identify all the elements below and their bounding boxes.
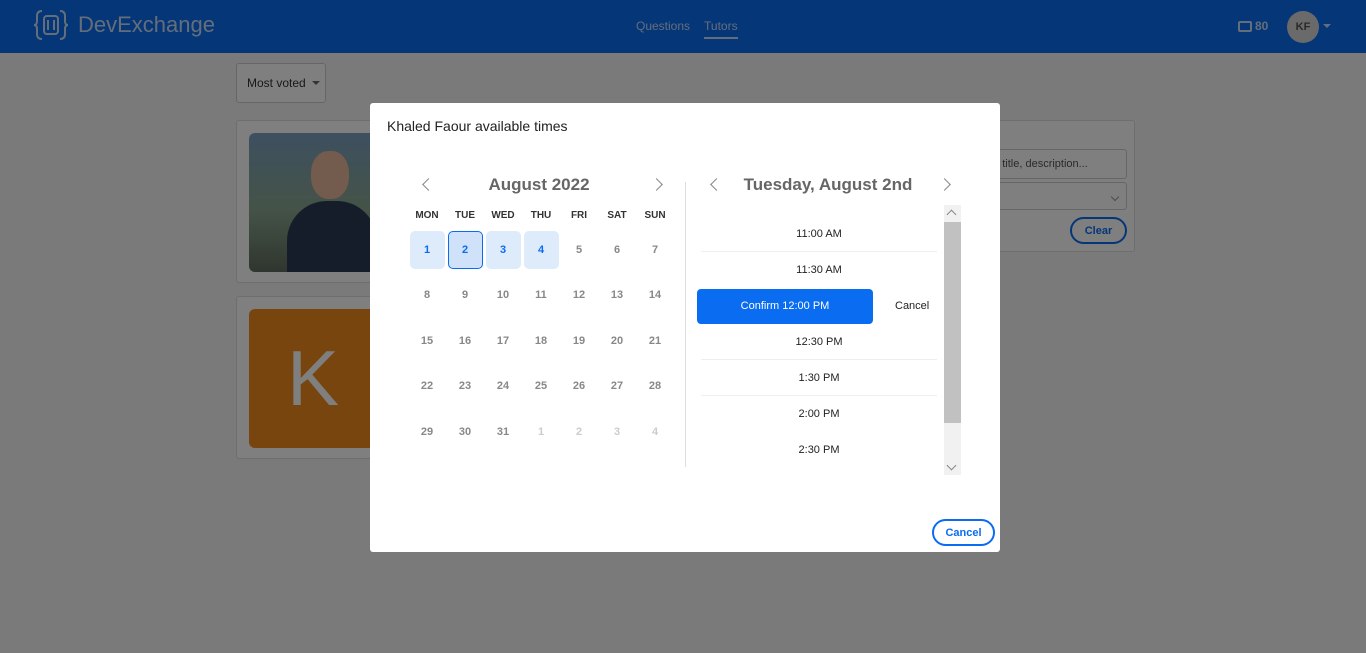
calendar-day-next-month: 1	[537, 425, 545, 438]
weekday-label: SUN	[644, 210, 666, 221]
chevron-down-icon[interactable]	[946, 460, 957, 471]
scrollbar-thumb[interactable]	[944, 222, 961, 423]
confirm-time-button[interactable]: Confirm 12:00 PM	[697, 288, 873, 324]
calendar-day: 6	[613, 243, 621, 256]
calendar-day: 29	[420, 425, 434, 438]
calendar-day-selected[interactable]: 2	[447, 230, 483, 269]
calendar-day: 31	[496, 425, 510, 438]
calendar-day: 23	[458, 380, 472, 393]
chevron-up-icon[interactable]	[946, 209, 957, 220]
calendar-day: 14	[648, 289, 662, 302]
calendar-day: 19	[572, 334, 586, 347]
calendar-day: 11	[535, 289, 547, 302]
modal-title: Khaled Faour available times	[387, 118, 568, 134]
calendar-day: 27	[610, 380, 624, 393]
calendar-day: 5	[575, 243, 583, 256]
time-slot[interactable]: 2:00 PM	[701, 396, 937, 432]
weekday-label: WED	[491, 210, 515, 221]
calendar-grid: 1 2 3 4 5 6 7 8 9 10 11 12 13 14 15 16 1…	[408, 227, 674, 455]
calendar-day: 20	[610, 334, 624, 347]
confirm-row: Confirm 12:00 PM Cancel	[697, 288, 937, 324]
calendar-day: 15	[420, 334, 434, 347]
vertical-divider	[685, 182, 686, 467]
weekday-label: THU	[530, 210, 552, 221]
time-slot-list: 11:00 AM 11:30 AM Confirm 12:00 PM Cance…	[697, 216, 937, 468]
calendar-day-next-month: 3	[613, 425, 621, 438]
calendar-day: 24	[496, 380, 510, 393]
calendar-day: 17	[496, 334, 510, 347]
calendar-day: 25	[534, 380, 548, 393]
selected-day-label: Tuesday, August 2nd	[743, 175, 913, 194]
calendar-week: 29 30 31 1 2 3 4	[408, 409, 674, 455]
modal-cancel-button[interactable]: Cancel	[932, 519, 995, 546]
calendar-day-next-month: 4	[651, 425, 659, 438]
cancel-time-button[interactable]: Cancel	[895, 300, 929, 312]
calendar-day: 18	[534, 334, 548, 347]
calendar-week: 8 9 10 11 12 13 14	[408, 273, 674, 319]
weekday-header: MON TUE WED THU FRI SAT SUN	[408, 210, 674, 221]
calendar-day-next-month: 2	[575, 425, 583, 438]
calendar-week: 1 2 3 4 5 6 7	[408, 227, 674, 273]
availability-modal: Khaled Faour available times August 2022…	[370, 103, 1000, 552]
calendar-day: 22	[420, 380, 434, 393]
calendar-day: 21	[648, 334, 662, 347]
weekday-label: TUE	[455, 210, 475, 221]
time-slot[interactable]: 2:30 PM	[701, 432, 937, 468]
calendar-week: 22 23 24 25 26 27 28	[408, 364, 674, 410]
time-slot[interactable]: 11:30 AM	[701, 252, 937, 288]
time-slot-scrollbar[interactable]	[944, 205, 961, 475]
calendar-day: 30	[458, 425, 472, 438]
calendar-day: 10	[496, 289, 510, 302]
calendar-week: 15 16 17 18 19 20 21	[408, 318, 674, 364]
weekday-label: SAT	[607, 210, 627, 221]
calendar-day: 26	[572, 380, 586, 393]
calendar-day: 12	[572, 289, 586, 302]
calendar-day: 13	[610, 289, 624, 302]
calendar-day[interactable]: 3	[485, 230, 521, 269]
calendar-day: 16	[458, 334, 472, 347]
time-slot[interactable]: 12:30 PM	[701, 324, 937, 360]
time-slot[interactable]: 1:30 PM	[701, 360, 937, 396]
calendar-day[interactable]: 1	[409, 230, 445, 269]
calendar-day: 8	[423, 289, 431, 302]
calendar-day: 9	[461, 289, 469, 302]
calendar-day[interactable]: 4	[523, 230, 559, 269]
weekday-label: MON	[415, 210, 439, 221]
calendar-day: 7	[651, 243, 659, 256]
calendar-header: August 2022	[412, 175, 666, 197]
day-header: Tuesday, August 2nd	[700, 175, 956, 197]
time-slot[interactable]: 11:00 AM	[701, 216, 937, 252]
month-label: August 2022	[488, 175, 590, 194]
calendar-day: 28	[648, 380, 662, 393]
weekday-label: FRI	[570, 210, 588, 221]
